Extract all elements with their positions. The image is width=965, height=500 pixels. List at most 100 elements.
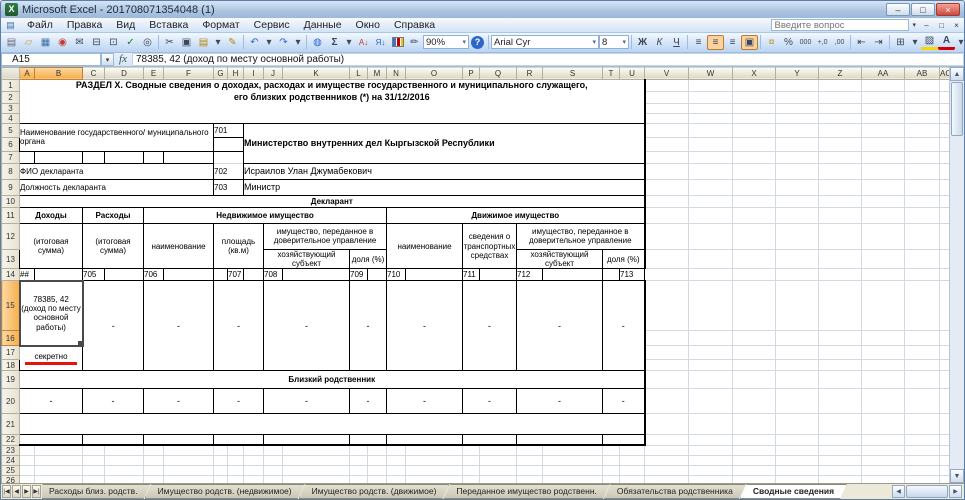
row-header[interactable]: 9 — [2, 179, 20, 195]
row-header[interactable]: 26 — [2, 476, 20, 483]
cell[interactable] — [105, 465, 144, 475]
cell[interactable]: - — [20, 389, 83, 414]
cell[interactable] — [733, 281, 776, 331]
cell[interactable]: - — [144, 389, 214, 414]
cell[interactable] — [819, 435, 862, 445]
formula-input[interactable]: 78385, 42 (доход по месту основной работ… — [132, 53, 964, 66]
cell[interactable] — [543, 269, 603, 281]
column-header[interactable]: G — [214, 67, 228, 79]
cell[interactable] — [83, 151, 105, 163]
cell[interactable] — [733, 163, 776, 179]
cell[interactable] — [164, 151, 214, 163]
cell[interactable] — [645, 269, 689, 281]
cell[interactable] — [283, 476, 350, 483]
row-header[interactable]: 20 — [2, 389, 20, 414]
income-total-header[interactable]: (итоговая сумма) — [20, 223, 83, 268]
cell[interactable] — [105, 476, 144, 483]
cell[interactable] — [20, 435, 83, 445]
font-dropdown-icon[interactable]: ▾ — [590, 38, 596, 46]
cell[interactable] — [733, 371, 776, 389]
cell[interactable] — [603, 476, 620, 483]
chart-wizard-icon[interactable] — [389, 35, 406, 50]
row-header[interactable]: 19 — [2, 371, 20, 389]
font-size-combobox[interactable]: 8 ▾ — [599, 35, 629, 49]
column-header[interactable]: F — [164, 67, 214, 79]
zoom-combobox[interactable]: 90% ▾ — [423, 35, 469, 49]
menu-data[interactable]: Данные — [297, 18, 349, 33]
align-left-icon[interactable]: ≡ — [690, 35, 707, 50]
print-preview-icon[interactable]: ⊡ — [105, 35, 122, 50]
cell[interactable] — [689, 465, 733, 475]
cell[interactable] — [689, 455, 733, 465]
column-header[interactable]: Z — [819, 67, 862, 79]
menu-window[interactable]: Окно — [349, 18, 387, 33]
cell[interactable] — [463, 455, 480, 465]
code-cell[interactable]: 706 — [144, 269, 164, 281]
cell[interactable] — [776, 113, 819, 123]
declarant-name-value-cell[interactable]: Исраилов Улан Джумабекович — [244, 163, 645, 179]
cell[interactable] — [862, 360, 905, 371]
column-header[interactable]: C — [83, 67, 105, 79]
paste-dropdown-icon[interactable]: ▾ — [212, 35, 224, 50]
cell[interactable] — [862, 465, 905, 475]
cell[interactable] — [733, 435, 776, 445]
cell[interactable] — [733, 223, 776, 249]
org-code-cell[interactable]: 701 — [214, 123, 244, 137]
cell[interactable] — [905, 249, 940, 268]
row-header[interactable]: 8 — [2, 163, 20, 179]
cell[interactable] — [228, 455, 244, 465]
cell[interactable] — [387, 465, 406, 475]
cell[interactable] — [689, 207, 733, 223]
cell[interactable] — [819, 414, 862, 435]
cell[interactable] — [214, 445, 228, 455]
cell[interactable] — [733, 476, 776, 483]
minimize-button[interactable]: – — [886, 3, 910, 16]
column-header[interactable]: W — [689, 67, 733, 79]
cell[interactable] — [733, 195, 776, 207]
row-header[interactable]: 11 — [2, 207, 20, 223]
cell[interactable] — [862, 207, 905, 223]
cell[interactable] — [776, 281, 819, 331]
cell[interactable] — [406, 455, 463, 465]
cell[interactable] — [645, 360, 689, 371]
cell[interactable] — [733, 360, 776, 371]
cell[interactable] — [645, 249, 689, 268]
cell[interactable] — [214, 465, 228, 475]
row-header[interactable]: 13 — [2, 249, 20, 268]
cell[interactable] — [283, 455, 350, 465]
row-header[interactable]: 6 — [2, 137, 20, 151]
cell[interactable] — [645, 435, 689, 445]
row-header[interactable]: 15 — [2, 281, 20, 331]
row-header[interactable]: 25 — [2, 465, 20, 475]
last-sheet-icon[interactable]: ▶| — [32, 485, 41, 498]
menu-format[interactable]: Формат — [195, 18, 246, 33]
cell[interactable] — [905, 360, 940, 371]
cell[interactable] — [517, 476, 543, 483]
cell[interactable] — [517, 445, 543, 455]
size-dropdown-icon[interactable]: ▾ — [620, 38, 626, 46]
cell[interactable] — [368, 465, 387, 475]
cell[interactable] — [83, 476, 105, 483]
cell[interactable] — [20, 455, 35, 465]
row-header[interactable]: 3 — [2, 103, 20, 113]
merge-center-icon[interactable]: ▣ — [741, 35, 758, 50]
column-header[interactable]: X — [733, 67, 776, 79]
cell[interactable] — [83, 445, 105, 455]
cell[interactable] — [517, 465, 543, 475]
cell[interactable] — [645, 151, 689, 163]
font-color-dropdown-icon[interactable]: ▾ — [955, 35, 965, 50]
cell[interactable] — [645, 331, 689, 346]
cell[interactable] — [776, 476, 819, 483]
cell[interactable] — [144, 151, 164, 163]
cell[interactable] — [819, 151, 862, 163]
column-header[interactable]: A — [20, 67, 35, 79]
drawing-icon[interactable]: ✏ — [406, 35, 423, 50]
autosum-dropdown-icon[interactable]: ▾ — [343, 35, 355, 50]
cell[interactable] — [368, 269, 387, 281]
cell[interactable] — [244, 455, 264, 465]
active-cell-income-value[interactable]: 78385, 42 (доход по месту основной работ… — [20, 281, 83, 346]
sheet-tab-imushchestvo-dvizhimoe[interactable]: Имущество родств. (движимое) — [299, 484, 450, 499]
column-header[interactable]: AB — [905, 67, 940, 79]
cell[interactable] — [905, 476, 940, 483]
cell[interactable] — [264, 445, 283, 455]
